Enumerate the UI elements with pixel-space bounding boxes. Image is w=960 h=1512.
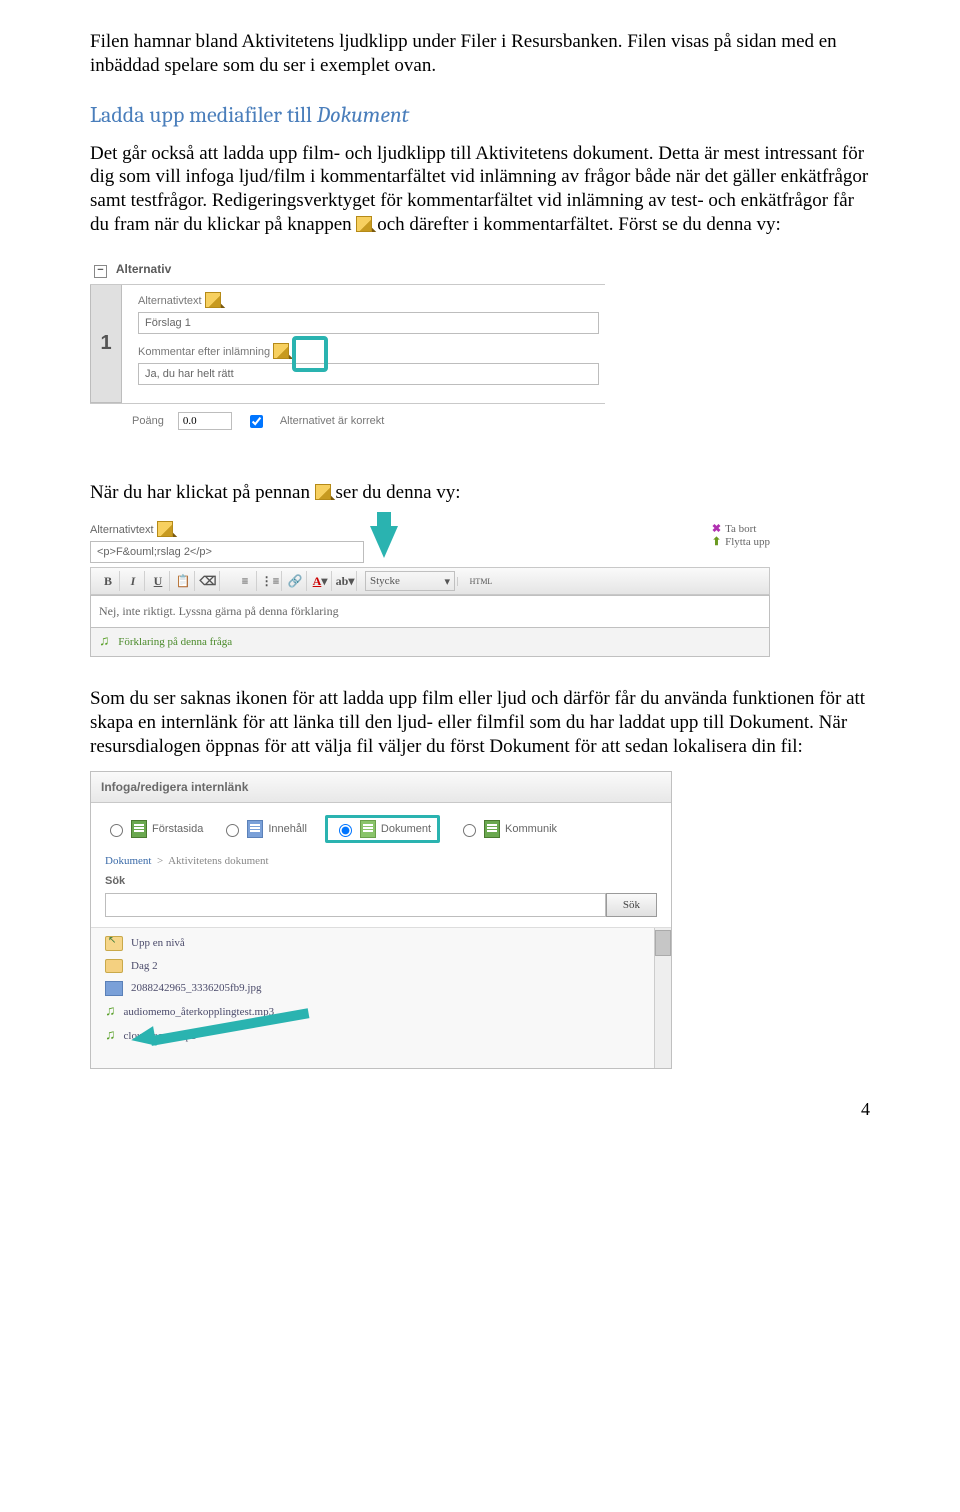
music-note-icon: ♫ [99, 634, 110, 649]
page-number: 4 [90, 1099, 870, 1120]
tab-label: Dokument [381, 823, 431, 835]
link-button[interactable]: 🔗 [284, 571, 307, 591]
dialog-title: Infoga/redigera internlänk [91, 772, 671, 803]
tab-dokument[interactable]: Dokument [325, 815, 440, 843]
file-label: Dag 2 [131, 960, 158, 972]
style-select[interactable]: Stycke ▾ [365, 571, 455, 591]
italic-button[interactable]: I [122, 571, 145, 591]
page-icon [484, 820, 500, 838]
tab-label: Förstasida [152, 823, 203, 835]
alt-text-label: Alternativtext [138, 294, 202, 306]
page-icon [131, 820, 147, 838]
scrollbar-thumb[interactable] [655, 930, 671, 956]
file-list: Upp en nivå Dag 2 2088242965_3336205fb9.… [91, 927, 671, 1068]
image-icon [105, 981, 123, 996]
body-p2b: och därefter i kommentarfältet. Först se… [377, 214, 781, 235]
bold-button[interactable]: B [97, 571, 120, 591]
search-input[interactable] [105, 893, 606, 917]
unordered-list-button[interactable]: ⋮≡ [259, 571, 282, 591]
tab-label: Kommunik [505, 823, 557, 835]
pencil-icon[interactable] [273, 343, 289, 359]
paste-button[interactable]: 📋 [172, 571, 195, 591]
page-icon [360, 820, 376, 838]
alt-text-input[interactable] [138, 312, 599, 334]
html-button[interactable]: HTML [457, 577, 498, 586]
pencil-icon [315, 484, 331, 500]
comment-label: Kommentar efter inlämning [138, 345, 270, 357]
folder-up-icon [105, 936, 123, 951]
chevron-down-icon: ▾ [444, 575, 450, 588]
editor-textarea[interactable]: Nej, inte riktigt. Lyssna gärna på denna… [90, 595, 770, 628]
pencil-icon[interactable] [157, 521, 173, 537]
scrollbar[interactable] [654, 928, 671, 1068]
folder-icon [105, 959, 123, 973]
music-note-icon: ♫ [105, 1028, 116, 1044]
music-note-icon: ♫ [105, 1004, 116, 1020]
text-color-button[interactable]: A▾ [309, 571, 332, 591]
html-source-input[interactable]: <p>F&ouml;rslag 2</p> [90, 541, 364, 563]
breadcrumb: Dokument > Aktivitetens dokument [91, 855, 671, 875]
ordered-list-button[interactable]: ≡ [234, 571, 257, 591]
remove-label: Ta bort [725, 523, 756, 535]
breadcrumb-current: Aktivitetens dokument [168, 855, 269, 867]
tab-innehall[interactable]: Innehåll [221, 820, 307, 838]
collapse-icon[interactable]: − [94, 265, 107, 278]
alternativ-title: Alternativ [116, 262, 171, 276]
intro-paragraph: Filen hamnar bland Aktivitetens ljudklip… [90, 30, 870, 78]
tab-label: Innehåll [268, 823, 307, 835]
heading-emphasis: Dokument [317, 102, 409, 128]
pencil-icon [356, 216, 372, 232]
attachment-label: Förklaring på denna fråga [118, 636, 232, 648]
underline-button[interactable]: U [147, 571, 170, 591]
delete-icon: ✖ [712, 523, 721, 535]
tab-kommunik[interactable]: Kommunik [458, 820, 557, 838]
alt-text-label: Alternativtext [90, 524, 154, 536]
arrow-annotation [123, 1008, 303, 1060]
highlight-button[interactable]: ab▾ [334, 571, 357, 591]
search-button[interactable]: Sök [606, 893, 657, 917]
body-paragraph-4: Som du ser saknas ikonen för att ladda u… [90, 687, 870, 758]
editor-panel: Alternativtext <p>F&ouml;rslag 2</p> ✖ Ta… [90, 522, 770, 657]
pencil-icon[interactable] [205, 292, 221, 308]
clear-button[interactable]: ⌫ [197, 571, 220, 591]
section-heading: Ladda upp mediafiler till Dokument [90, 102, 870, 128]
moveup-label: Flytta upp [725, 536, 770, 548]
alternativ-panel: − Alternativ 1 Alternativtext Kommentar … [90, 257, 605, 441]
correct-label: Alternativet är korrekt [280, 415, 385, 427]
file-label: 2088242965_3336205fb9.jpg [131, 982, 261, 994]
correct-checkbox[interactable] [250, 415, 263, 428]
points-input[interactable] [178, 412, 232, 430]
search-label: Sök [91, 875, 671, 891]
highlight-annotation [292, 336, 328, 372]
moveup-action[interactable]: ⬆ Flytta upp [712, 535, 770, 548]
file-label: Upp en nivå [131, 937, 185, 949]
page-icon [247, 820, 263, 838]
link-dialog: Infoga/redigera internlänk Förstasida In… [90, 771, 672, 1069]
arrow-annotation [370, 526, 398, 558]
body-p3a: När du har klickat på pennan [90, 482, 310, 503]
alternativ-header: − Alternativ [90, 257, 605, 285]
image-file-row[interactable]: 2088242965_3336205fb9.jpg [105, 977, 657, 1000]
style-label: Stycke [370, 575, 400, 587]
attachment-link[interactable]: ♫ Förklaring på denna fråga [90, 628, 770, 657]
alternative-number: 1 [90, 285, 122, 403]
breadcrumb-root[interactable]: Dokument [105, 855, 151, 867]
folder-row[interactable]: Dag 2 [105, 955, 657, 977]
remove-action[interactable]: ✖ Ta bort [712, 522, 770, 535]
tab-forstasida[interactable]: Förstasida [105, 820, 203, 838]
rich-text-toolbar: B I U 📋 ⌫ ≡ ⋮≡ 🔗 A▾ ab▾ Stycke ▾ HTML [90, 567, 770, 595]
comment-input[interactable] [138, 363, 599, 385]
body-p3b: ser du denna vy: [336, 482, 461, 503]
file-up-row[interactable]: Upp en nivå [105, 932, 657, 955]
points-label: Poäng [132, 415, 164, 427]
body-paragraph-1: Det går också att ladda upp film- och lj… [90, 142, 870, 237]
arrow-up-icon: ⬆ [712, 536, 721, 548]
heading-prefix: Ladda upp mediafiler till [90, 102, 317, 128]
